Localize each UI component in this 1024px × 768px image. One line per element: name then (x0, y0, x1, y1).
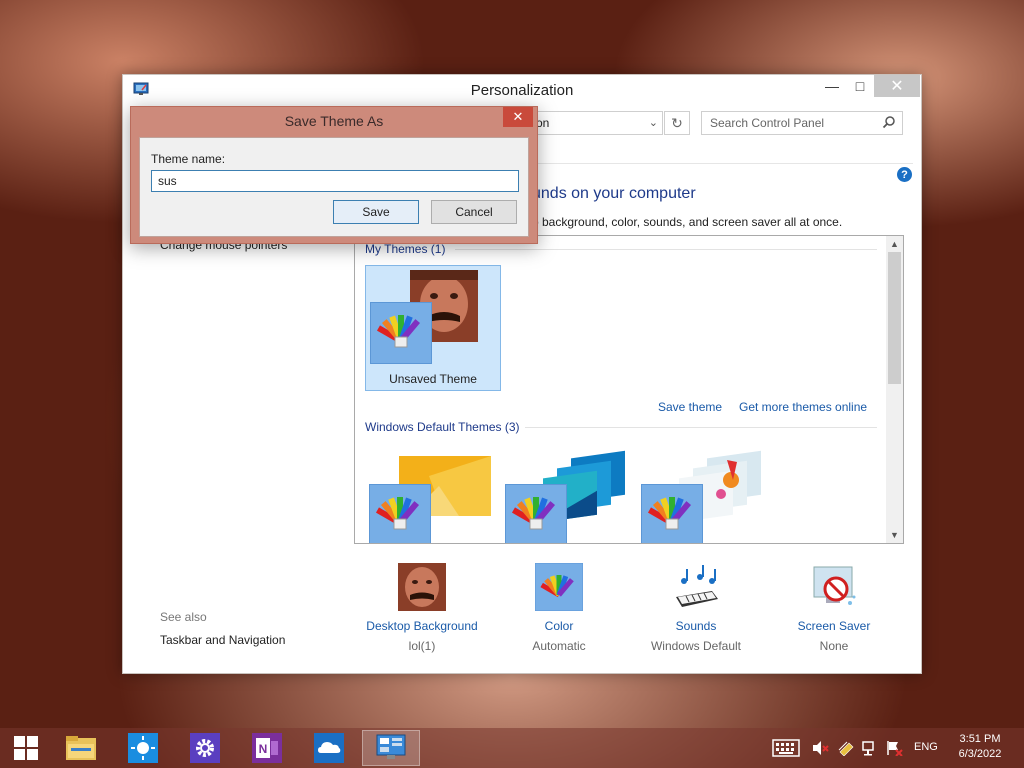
page-subheading: p background, color, sounds, and screen … (532, 215, 843, 229)
color-palette-icon (375, 497, 420, 530)
color-palette-icon (376, 315, 421, 348)
save-theme-dialog: Save Theme As ✕ Theme name: Save Cancel (130, 106, 538, 244)
desktop-background-link[interactable]: Desktop Background (357, 619, 487, 633)
theme-name-field[interactable] (151, 170, 519, 192)
windows-default-themes-label: Windows Default Themes (3) (365, 420, 520, 434)
cloud-icon (314, 733, 344, 763)
clock[interactable]: 3:51 PM 6/3/2022 (950, 732, 1010, 762)
network-button[interactable] (858, 730, 882, 766)
cancel-button[interactable]: Cancel (431, 200, 517, 224)
save-theme-link[interactable]: Save theme (658, 400, 722, 414)
dialog-title: Save Theme As (284, 113, 384, 129)
window-titlebar[interactable]: Personalization — □ ✕ (123, 75, 921, 105)
desktop-background-item[interactable]: Desktop Background lol(1) (357, 563, 487, 653)
windows-theme-tile[interactable] (365, 448, 501, 543)
screen-saver-icon (813, 566, 856, 605)
onenote-icon: N (252, 733, 282, 763)
themes-scrollbar[interactable]: ▲ ▼ (886, 236, 903, 543)
color-palette-icon (534, 562, 584, 612)
desktop-background-icon (398, 563, 446, 611)
windows-theme-tile[interactable] (637, 448, 773, 543)
theme-color-swatch (369, 484, 431, 543)
clock-date: 6/3/2022 (958, 748, 1002, 760)
color-palette-icon (647, 497, 692, 530)
scroll-thumb[interactable] (888, 252, 901, 384)
volume-muted-icon (813, 741, 829, 755)
my-themes-label: My Themes (1) (365, 242, 446, 256)
network-icon (862, 741, 874, 756)
maximize-button[interactable]: □ (846, 75, 874, 97)
save-button[interactable]: Save (333, 200, 419, 224)
theme-color-swatch (505, 484, 567, 543)
see-also-label: See also (160, 610, 207, 624)
start-button[interactable] (2, 730, 50, 766)
address-text: on (536, 116, 550, 130)
color-value: Automatic (532, 639, 586, 653)
folder-icon (66, 736, 96, 760)
flag-icon (887, 741, 903, 756)
touch-keyboard-button[interactable] (766, 730, 806, 766)
svg-text:N: N (259, 742, 268, 756)
volume-button[interactable] (808, 730, 832, 766)
power-button[interactable] (834, 730, 858, 766)
search-placeholder: Search Control Panel (710, 116, 825, 130)
search-input[interactable]: Search Control Panel (701, 111, 903, 135)
taskbar-navigation-link[interactable]: Taskbar and Navigation (160, 633, 285, 647)
close-button[interactable]: ✕ (874, 75, 920, 97)
unsaved-theme-tile[interactable]: Unsaved Theme (365, 265, 501, 391)
sounds-item[interactable]: Sounds Windows Default (631, 563, 761, 653)
taskbar: N ENG 3:51 PM 6/3/2022 (0, 728, 1024, 768)
weather-app-button[interactable] (119, 730, 167, 766)
control-panel-icon (133, 82, 149, 95)
scroll-down-icon[interactable]: ▼ (886, 527, 903, 543)
scroll-up-icon[interactable]: ▲ (886, 236, 903, 252)
address-bar[interactable]: on ⌄ (535, 111, 663, 135)
group-divider (525, 427, 877, 428)
keyboard-icon (772, 739, 800, 757)
action-center-button[interactable] (882, 730, 906, 766)
dialog-body: Theme name: Save Cancel (139, 137, 529, 237)
weather-icon (128, 733, 158, 763)
help-icon[interactable]: ? (897, 167, 912, 182)
control-panel-taskbar-button[interactable] (362, 730, 420, 766)
battery-icon (838, 741, 854, 756)
get-more-themes-link[interactable]: Get more themes online (739, 400, 867, 414)
color-palette-icon (511, 497, 556, 530)
theme-name-label: Theme name: (151, 152, 226, 166)
file-explorer-button[interactable] (57, 730, 105, 766)
refresh-button[interactable]: ↻ (664, 111, 690, 135)
gear-icon (190, 733, 220, 763)
color-link[interactable]: Color (494, 619, 624, 633)
screen-saver-item[interactable]: Screen Saver None (769, 563, 899, 653)
minimize-button[interactable]: — (818, 75, 846, 97)
theme-color-swatch (370, 302, 432, 364)
screen-saver-link[interactable]: Screen Saver (769, 619, 899, 633)
unsaved-theme-label: Unsaved Theme (389, 372, 477, 386)
windows-theme-tile[interactable] (501, 448, 637, 543)
chevron-down-icon[interactable]: ⌄ (649, 116, 658, 129)
settings-app-button[interactable] (181, 730, 229, 766)
language-indicator[interactable]: ENG (914, 741, 938, 753)
sounds-value: Windows Default (650, 639, 742, 653)
dialog-close-button[interactable]: ✕ (503, 107, 533, 127)
theme-color-swatch (641, 484, 703, 543)
sounds-link[interactable]: Sounds (631, 619, 761, 633)
desktop-background-value: lol(1) (408, 639, 436, 653)
sounds-icon (676, 565, 718, 607)
search-icon[interactable] (882, 115, 896, 129)
themes-list[interactable]: My Themes (1) Unsaved Theme Save theme G… (354, 235, 904, 544)
page-heading: unds on your computer (532, 185, 696, 202)
windows-logo-icon (14, 736, 38, 760)
clock-time: 3:51 PM (959, 733, 1001, 745)
group-divider (455, 249, 877, 250)
control-panel-icon (376, 734, 406, 759)
color-item[interactable]: Color Automatic (494, 562, 624, 653)
onedrive-app-button[interactable] (305, 730, 353, 766)
refresh-icon: ↻ (671, 114, 683, 131)
onenote-app-button[interactable]: N (243, 730, 291, 766)
window-title: Personalization (470, 81, 574, 99)
screen-saver-value: None (819, 639, 849, 653)
